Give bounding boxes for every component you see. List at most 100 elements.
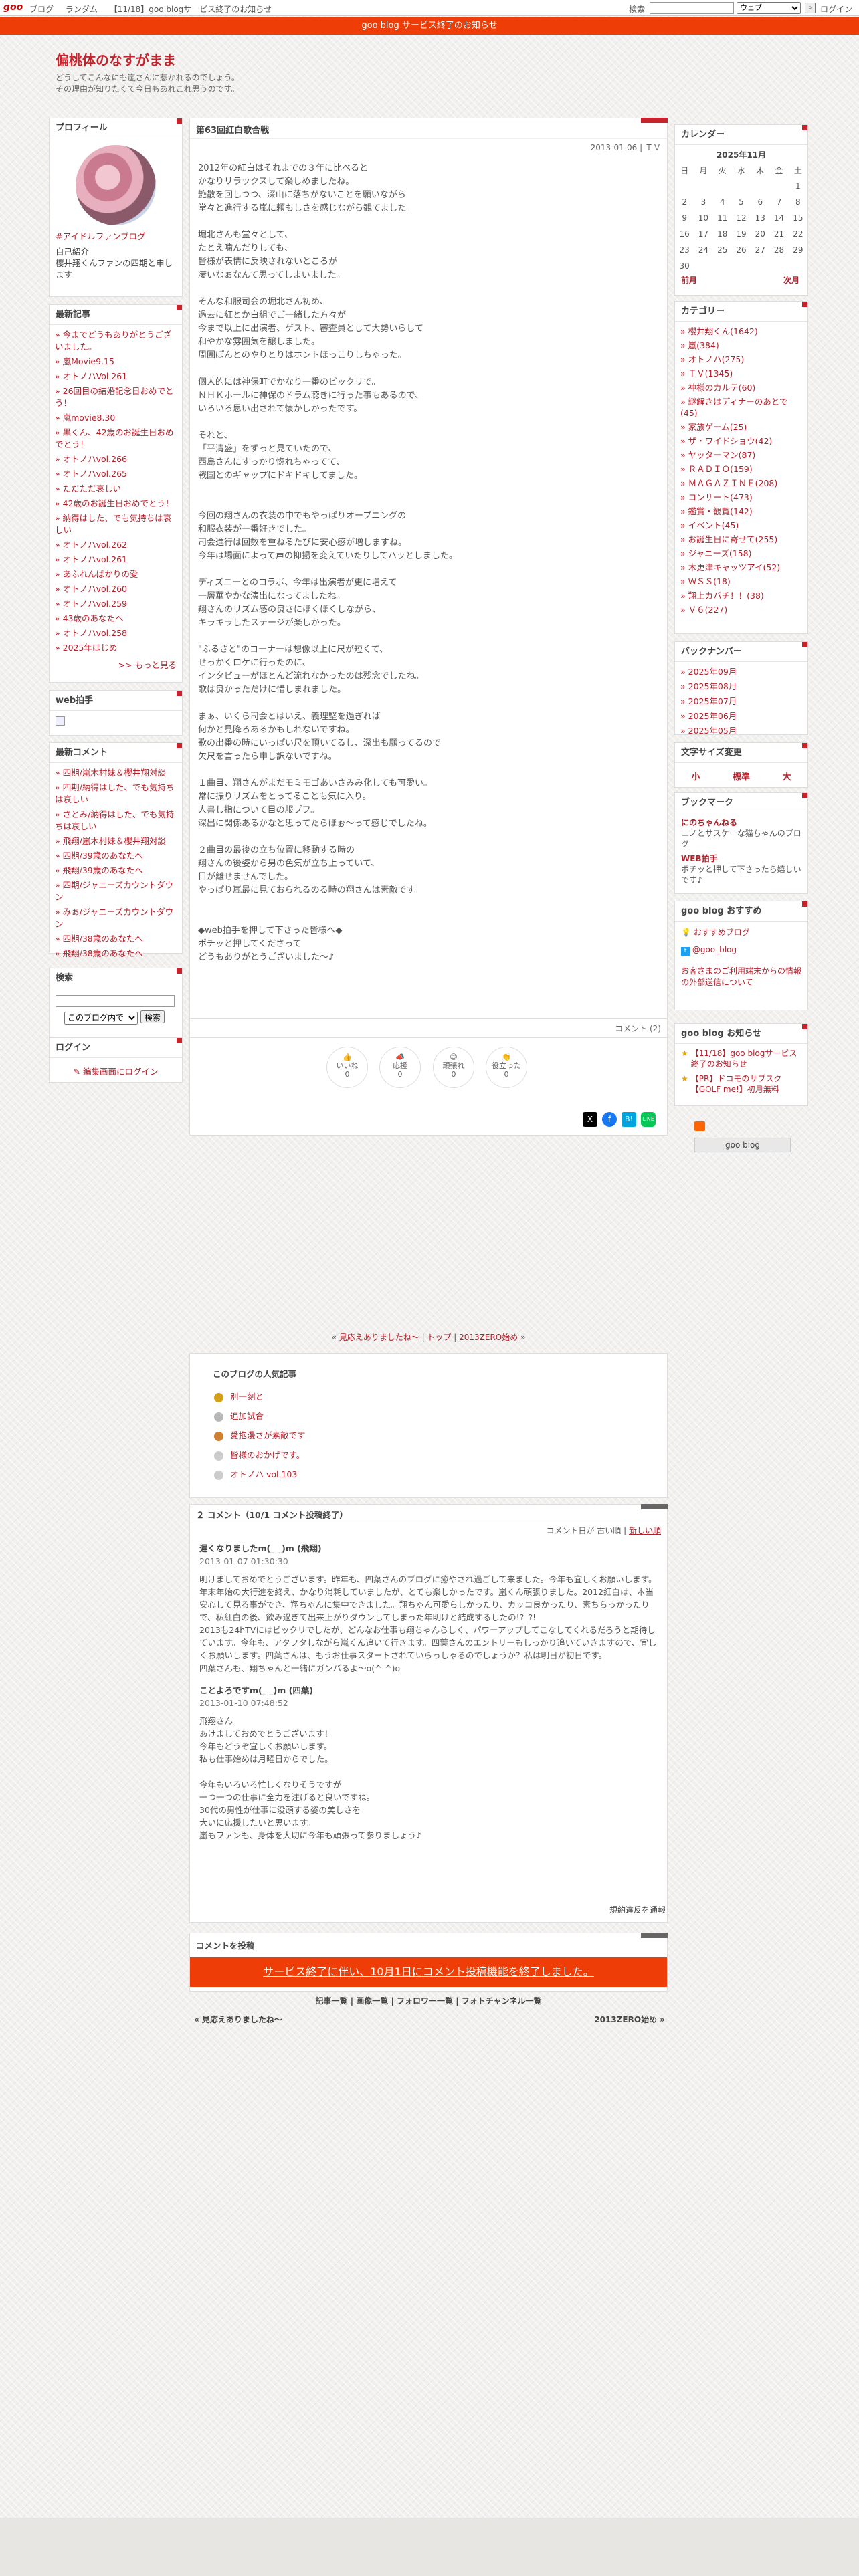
category-link[interactable]: ＲＡＤＩＯ(159) <box>680 462 802 476</box>
recent-comment-link[interactable]: さとみ/納得はした、でも気持ちは哀しい <box>55 807 177 834</box>
reaction-cheer[interactable]: 📣 応援 0 <box>379 1047 421 1088</box>
external-info-link[interactable]: お客さまのご利用端末からの情報の外部送信について <box>681 966 801 988</box>
comment-closed-banner[interactable]: サービス終了に伴い、10月1日にコメント投稿機能を終了しました。 <box>190 1957 667 1987</box>
blog-title[interactable]: 偏桃体のなすがまま <box>56 49 176 69</box>
blog-search-input[interactable] <box>56 995 175 1007</box>
all-posts-link[interactable]: 記事一覧 <box>316 1996 348 2006</box>
category-link[interactable]: ザ・ワイドショウ(42) <box>680 434 802 448</box>
backnumber-link[interactable]: 2025年06月 <box>680 709 802 724</box>
recent-post-link[interactable]: 黒くん、42歳のお誕生日おめでとう！ <box>55 425 177 452</box>
recent-post-link[interactable]: 今までどうもありがとうございました。 <box>55 328 177 354</box>
backnumber-link[interactable]: 2025年09月 <box>680 665 802 679</box>
notice-link[interactable]: 【11/18】goo blogサービス終了のお知らせ <box>691 1048 801 1069</box>
popular-post-link[interactable]: 皆様のおかげです。 <box>230 1450 304 1460</box>
avatar[interactable] <box>76 145 156 225</box>
category-link[interactable]: ＴＶ(1345) <box>680 366 802 381</box>
category-link[interactable]: 鑑賞・観覧(142) <box>680 504 802 518</box>
header-link-random[interactable]: ランダム <box>66 5 98 14</box>
category-link[interactable]: 謎解きはディナーのあとで(45) <box>680 395 802 420</box>
report-link[interactable]: 規約違反を通報 <box>609 1904 666 1915</box>
recent-post-link[interactable]: オトノハvol.258 <box>55 626 177 641</box>
category-link[interactable]: コンサート(473) <box>680 490 802 504</box>
popular-post-link[interactable]: 追加試合 <box>230 1411 264 1421</box>
reaction-useful[interactable]: 👏 役立った 0 <box>486 1047 527 1088</box>
category-link[interactable]: オトノハ(275) <box>680 352 802 366</box>
recent-post-link[interactable]: 42歳のお誕生日おめでとう！ <box>55 496 177 511</box>
category-link[interactable]: ヤッターマン(87) <box>680 448 802 462</box>
backnumber-link[interactable]: 2025年07月 <box>680 694 802 709</box>
top-link[interactable]: トップ <box>427 1333 451 1342</box>
reaction-like[interactable]: 👍 いいね 0 <box>326 1047 368 1088</box>
facebook-share-icon[interactable]: f <box>602 1112 617 1127</box>
goo-twitter-link[interactable]: @goo_blog <box>692 945 737 954</box>
recent-comment-link[interactable]: 飛翔/38歳のあなたへ <box>55 946 177 961</box>
recent-post-link[interactable]: オトノハvol.262 <box>55 538 177 552</box>
comments-count-link[interactable]: コメント (2) <box>615 1023 661 1034</box>
calendar-prev-link[interactable]: 前月 <box>681 274 697 286</box>
post-title[interactable]: 第63回紅白歌合戦 <box>196 123 269 136</box>
goo-logo[interactable]: goo <box>3 2 23 13</box>
recent-comment-link[interactable]: 四期/納得はした、でも気持ちは哀しい <box>55 780 177 807</box>
recent-comment-link[interactable]: 飛翔/嵐木村妹＆櫻井翔対談 <box>55 834 177 849</box>
notice-link[interactable]: 【PR】ドコモのサブスク【GOLF me!】初月無料 <box>691 1073 801 1095</box>
recent-post-link[interactable]: 2025年ほじめ <box>55 641 177 655</box>
header-search-input[interactable] <box>650 2 734 14</box>
profile-link[interactable]: #アイドルファンブログ <box>56 231 176 242</box>
hatena-share-icon[interactable]: B! <box>622 1112 636 1127</box>
footer-prev-link[interactable]: « 見応えありましたね～ <box>194 2014 282 2025</box>
recommend-blog-link[interactable]: おすすめブログ <box>694 928 750 937</box>
recent-comment-link[interactable]: 四期/38歳のあなたへ <box>55 932 177 946</box>
recent-comment-link[interactable]: みぁ/ジャニーズカウントダウン <box>55 905 177 932</box>
header-link-notice[interactable]: 【11/18】goo blogサービス終了のお知らせ <box>110 5 272 14</box>
recent-post-link[interactable]: ただただ哀しい <box>55 481 177 496</box>
photo-channels-link[interactable]: フォトチャンネル一覧 <box>462 1996 542 2006</box>
bookmark-link[interactable]: にのちゃんねる <box>681 817 801 828</box>
sort-new-link[interactable]: 新しい順 <box>629 1526 661 1535</box>
recent-post-link[interactable]: 43歳のあなたへ <box>55 611 177 626</box>
recent-post-link[interactable]: オトノハVol.261 <box>55 369 177 384</box>
popular-post-link[interactable]: オトノハ vol.103 <box>230 1469 297 1479</box>
calendar-next-link[interactable]: 次月 <box>783 274 799 286</box>
next-post-link[interactable]: 2013ZERO始め <box>459 1333 518 1342</box>
header-login-link[interactable]: ログイン <box>820 3 852 15</box>
prev-post-link[interactable]: 見応えありましたね～ <box>339 1333 419 1342</box>
font-size-mid-button[interactable]: 標準 <box>733 770 750 782</box>
category-link[interactable]: お誕生日に寄せて(255) <box>680 532 802 546</box>
popular-post-link[interactable]: 愛抱漫さが素敵です <box>230 1430 306 1440</box>
followers-link[interactable]: フォロワー一覧 <box>397 1996 453 2006</box>
category-link[interactable]: イベント(45) <box>680 518 802 532</box>
images-link[interactable]: 画像一覧 <box>356 1996 388 2006</box>
reaction-fight[interactable]: 😊 頑張れ 0 <box>433 1047 474 1088</box>
bookmark-link[interactable]: WEB拍手 <box>681 853 801 864</box>
line-share-icon[interactable]: LINE <box>641 1112 656 1127</box>
category-link[interactable]: 翔上カバチ！！(38) <box>680 588 802 603</box>
recent-post-link[interactable]: あふれんばかりの愛 <box>55 567 177 582</box>
category-link[interactable]: Ｖ６(227) <box>680 603 802 617</box>
recent-comment-link[interactable]: 飛翔/39歳のあなたへ <box>55 863 177 878</box>
recent-post-link[interactable]: 26回目の結婚記念日おめでとう！ <box>55 384 177 411</box>
backnumber-link[interactable]: 2025年05月 <box>680 724 802 738</box>
backnumber-link[interactable]: 2025年08月 <box>680 679 802 694</box>
webclap-image-icon[interactable] <box>56 716 65 726</box>
font-size-small-button[interactable]: 小 <box>691 770 700 782</box>
sort-old-link[interactable]: 古い順 <box>597 1526 621 1535</box>
recent-post-link[interactable]: オトノハvol.259 <box>55 597 177 611</box>
blog-search-scope[interactable]: このブログ内で <box>64 1011 138 1025</box>
recent-post-link[interactable]: オトノハvol.266 <box>55 452 177 467</box>
recent-post-link[interactable]: 嵐Movie9.15 <box>55 354 177 369</box>
category-link[interactable]: ＭＡＧＡＺＩＮＥ(208) <box>680 476 802 490</box>
recent-post-link[interactable]: 嵐movie8.30 <box>55 411 177 425</box>
service-end-link[interactable]: goo blog サービス終了のお知らせ <box>361 21 497 31</box>
recent-comment-link[interactable]: 四期/39歳のあなたへ <box>55 849 177 863</box>
font-size-large-button[interactable]: 大 <box>783 770 791 782</box>
goo-blog-banner[interactable]: goo blog <box>694 1138 791 1152</box>
rss-icon[interactable] <box>694 1121 705 1131</box>
recent-post-link[interactable]: 納得はした、でも気持ちは哀しい <box>55 511 177 538</box>
recent-post-link[interactable]: オトノハvol.260 <box>55 582 177 597</box>
recent-comment-link[interactable]: 四期/嵐木村妹＆櫻井翔対談 <box>55 766 177 780</box>
category-link[interactable]: 木更津キャッツアイ(52) <box>680 560 802 574</box>
category-link[interactable]: 神様のカルテ(60) <box>680 381 802 395</box>
recent-post-link[interactable]: オトノハvol.261 <box>55 552 177 567</box>
recent-post-link[interactable]: オトノハvol.265 <box>55 467 177 481</box>
footer-next-link[interactable]: 2013ZERO始め » <box>594 2014 665 2025</box>
